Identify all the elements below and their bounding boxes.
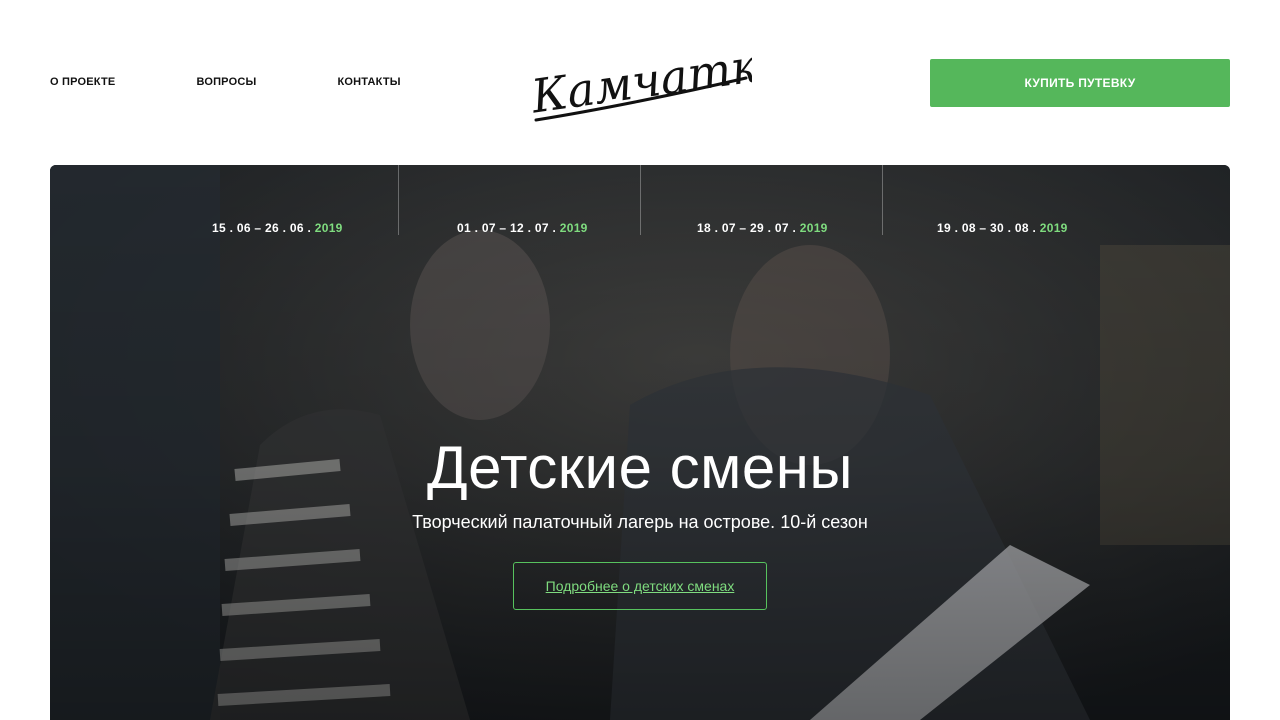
session-dates: 15 . 06 – 26 . 06 . 2019 01 . 07 – 12 . … (50, 165, 1230, 235)
hero-subtitle: Творческий палаточный лагерь на острове.… (412, 512, 868, 532)
session-date-year: 2019 (314, 221, 343, 235)
session-date-range: 18 . 07 – 29 . 07 . (697, 221, 797, 235)
hero-title: Детские смены (426, 434, 853, 501)
session-date-range: 19 . 08 – 30 . 08 . (937, 221, 1037, 235)
hero-banner: 15 . 06 – 26 . 06 . 2019 01 . 07 – 12 . … (50, 165, 1230, 720)
session-date-year: 2019 (1039, 221, 1068, 235)
session-date-1[interactable]: 15 . 06 – 26 . 06 . 2019 (212, 221, 343, 235)
nav-item-about[interactable]: О ПРОЕКТЕ (50, 76, 115, 88)
buy-ticket-button[interactable]: КУПИТЬ ПУТЕВКУ (930, 59, 1230, 107)
date-divider (882, 165, 883, 235)
site-header: О ПРОЕКТЕ ВОПРОСЫ КОНТАКТЫ Камчатка КУПИ… (0, 0, 1280, 165)
nav-item-contacts[interactable]: КОНТАКТЫ (337, 76, 400, 88)
session-date-4[interactable]: 19 . 08 – 30 . 08 . 2019 (937, 221, 1068, 235)
logo-text: Камчатка (528, 40, 752, 124)
session-date-year: 2019 (799, 221, 828, 235)
session-date-range: 01 . 07 – 12 . 07 . (457, 221, 557, 235)
kids-sessions-details-button[interactable]: Подробнее о детских сменах (513, 562, 767, 610)
session-date-2[interactable]: 01 . 07 – 12 . 07 . 2019 (457, 221, 588, 235)
nav-item-questions[interactable]: ВОПРОСЫ (196, 76, 256, 88)
date-divider (640, 165, 641, 235)
session-date-year: 2019 (559, 221, 588, 235)
logo[interactable]: Камчатка (528, 40, 752, 126)
main-nav: О ПРОЕКТЕ ВОПРОСЫ КОНТАКТЫ (50, 76, 401, 88)
session-date-range: 15 . 06 – 26 . 06 . (212, 221, 312, 235)
date-divider (398, 165, 399, 235)
session-date-3[interactable]: 18 . 07 – 29 . 07 . 2019 (697, 221, 828, 235)
